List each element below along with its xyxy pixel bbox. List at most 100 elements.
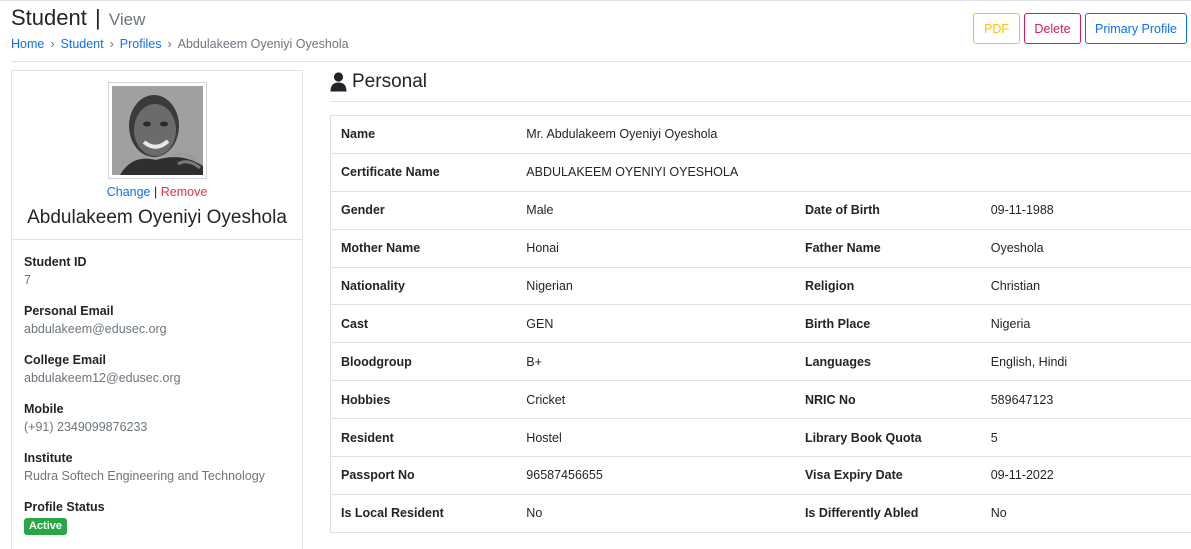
- field-label: Visa Expiry Date: [794, 456, 981, 495]
- info-label: Personal Email: [24, 304, 114, 318]
- info-value: 7: [24, 273, 31, 287]
- field-label: Languages: [794, 342, 981, 381]
- field-value: No: [516, 493, 795, 533]
- personal-details-table: Name Mr. Abdulakeem Oyeniyi Oyeshola Certi…: [330, 115, 1191, 533]
- table-row: Certificate Name ABDULAKEEM OYENIYI OYESH…: [330, 152, 1191, 192]
- profile-card-divider: [12, 239, 302, 240]
- field-value: GEN: [516, 304, 795, 343]
- field-value: ABDULAKEEM OYENIYI OYESHOLA: [516, 152, 795, 192]
- field-label: Hobbies: [330, 380, 517, 419]
- field-label: NRIC No: [794, 380, 981, 419]
- table-row: Gender Male Date of Birth 09-11-1988: [330, 190, 1191, 230]
- field-label: Religion: [794, 266, 981, 305]
- table-row: Passport No 96587456655 Visa Expiry Date 09…: [330, 456, 1191, 495]
- section-header-personal: Personal: [330, 71, 427, 93]
- info-label: Institute: [24, 451, 73, 465]
- field-value: Honai: [516, 228, 795, 268]
- field-value: Nigeria: [980, 304, 1191, 343]
- info-label: Profile Status: [24, 500, 105, 514]
- breadcrumb-chevron-icon: ›: [167, 37, 172, 51]
- page-title: Student | View: [11, 5, 145, 31]
- info-item-personal-email: Personal Email abdulakeem@edusec.org: [24, 302, 294, 338]
- profile-info-list: Student ID 7 Personal Email abdulakeem@e…: [24, 253, 294, 548]
- header-divider: [11, 61, 1191, 62]
- field-label: Is Differently Abled: [794, 493, 981, 533]
- info-item-college-email: College Email abdulakeem12@edusec.org: [24, 351, 294, 387]
- info-value: Rudra Softech Engineering and Technology: [24, 469, 265, 483]
- field-value: Oyeshola: [980, 228, 1191, 268]
- field-label: Date of Birth: [794, 190, 981, 230]
- field-value: Male: [516, 190, 795, 230]
- table-row: Mother Name Honai Father Name Oyeshola: [330, 228, 1191, 268]
- change-photo-link[interactable]: Change: [107, 185, 151, 199]
- info-item-profile-status: Profile Status Active: [24, 498, 294, 535]
- field-label: Father Name: [794, 228, 981, 268]
- field-label: Mother Name: [330, 228, 517, 268]
- field-label: Gender: [330, 190, 517, 230]
- field-value: Hostel: [516, 418, 795, 457]
- field-label: Bloodgroup: [330, 342, 517, 381]
- table-row: Nationality Nigerian Religion Christian: [330, 266, 1191, 305]
- section-divider: [330, 101, 1191, 102]
- field-value: English, Hindi: [980, 342, 1191, 381]
- photo-actions: Change | Remove: [12, 185, 302, 199]
- info-value: abdulakeem@edusec.org: [24, 322, 167, 336]
- breadcrumb-current: Abdulakeem Oyeniyi Oyeshola: [177, 37, 349, 51]
- user-icon: [330, 72, 347, 92]
- field-label: Resident: [330, 418, 517, 457]
- student-photo-icon: [112, 86, 203, 175]
- breadcrumb-chevron-icon: ›: [50, 37, 55, 51]
- field-label: [795, 116, 981, 154]
- field-value: Cricket: [516, 380, 795, 419]
- field-value: B+: [516, 342, 795, 381]
- breadcrumb-student[interactable]: Student: [61, 37, 104, 51]
- page-subtitle: View: [108, 10, 146, 29]
- avatar: [108, 82, 207, 179]
- breadcrumb: Home › Student › Profiles › Abdulakeem Oyeniyi…: [11, 37, 349, 51]
- delete-button[interactable]: Delete: [1024, 13, 1081, 44]
- field-label: Passport No: [330, 456, 517, 495]
- remove-photo-link[interactable]: Remove: [161, 185, 208, 199]
- field-value: 09-11-2022: [980, 456, 1191, 495]
- field-label: Library Book Quota: [794, 418, 981, 457]
- page-title-main: Student: [11, 5, 87, 30]
- info-item-institute: Institute Rudra Softech Engineering and …: [24, 449, 294, 485]
- photo-actions-divider: |: [154, 185, 158, 199]
- table-row: Cast GEN Birth Place Nigeria: [330, 304, 1191, 343]
- field-value: Nigerian: [516, 266, 795, 305]
- table-row: Hobbies Cricket NRIC No 589647123: [330, 380, 1191, 419]
- info-value: (+91) 2349099876233: [24, 420, 148, 434]
- breadcrumb-profiles[interactable]: Profiles: [120, 37, 162, 51]
- status-badge: Active: [24, 518, 68, 535]
- field-value: [981, 116, 1191, 154]
- breadcrumb-home[interactable]: Home: [11, 37, 44, 51]
- field-value: 5: [980, 418, 1191, 457]
- info-item-mobile: Mobile (+91) 2349099876233: [24, 400, 294, 436]
- table-row: Name Mr. Abdulakeem Oyeniyi Oyeshola: [331, 116, 1191, 154]
- profile-card: Change | Remove Abdulakeem Oyeniyi Oyesh…: [11, 70, 303, 549]
- field-value: No: [980, 493, 1191, 533]
- field-label: Nationality: [330, 266, 517, 305]
- info-item-student-id: Student ID 7: [24, 253, 294, 289]
- field-value: Mr. Abdulakeem Oyeniyi Oyeshola: [526, 127, 718, 142]
- table-row: Is Local Resident No Is Differently Abled N…: [330, 493, 1191, 533]
- page-title-separator: |: [94, 5, 101, 30]
- section-title: Personal: [352, 71, 427, 92]
- table-row: Bloodgroup B+ Languages English, Hindi: [330, 342, 1191, 381]
- field-label: Cast: [330, 304, 517, 343]
- field-label: Is Local Resident: [330, 493, 517, 533]
- top-border: [0, 0, 1191, 1]
- info-value: abdulakeem12@edusec.org: [24, 371, 181, 385]
- field-label: [794, 152, 981, 192]
- info-label: Mobile: [24, 402, 64, 416]
- field-value: 09-11-1988: [980, 190, 1191, 230]
- primary-profile-button[interactable]: Primary Profile: [1085, 13, 1187, 44]
- field-value: 589647123: [980, 380, 1191, 419]
- field-label: Name: [341, 127, 376, 142]
- pdf-button[interactable]: PDF: [973, 13, 1020, 44]
- info-label: Student ID: [24, 255, 87, 269]
- field-label: Birth Place: [794, 304, 981, 343]
- breadcrumb-chevron-icon: ›: [109, 37, 114, 51]
- field-value: 96587456655: [516, 456, 795, 495]
- field-value: Christian: [980, 266, 1191, 305]
